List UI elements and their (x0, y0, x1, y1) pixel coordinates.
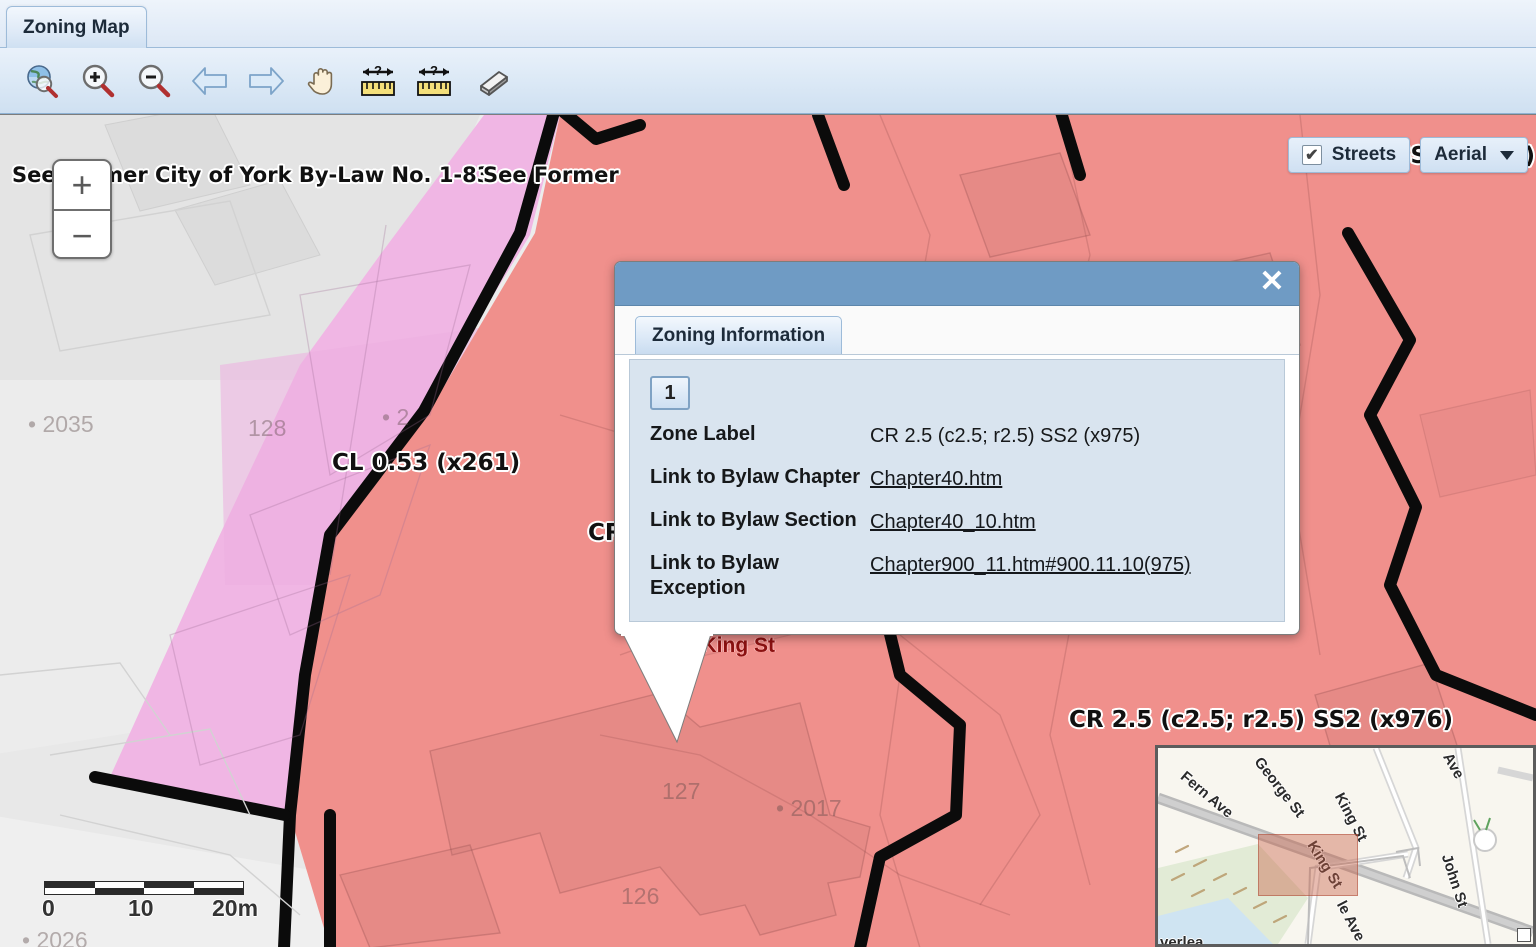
clear-measurements-button[interactable] (462, 55, 518, 107)
zoom-full-extent-icon (27, 64, 58, 98)
zoning-attribute-key: Link to Bylaw Chapter (650, 466, 861, 488)
previous-extent-arrow-icon (192, 66, 227, 95)
zoom-in-icon (82, 64, 115, 97)
zoning-information-popup: ✕ Zoning Information 1 Zone Label CR 2.5 … (614, 261, 1300, 743)
bylaw-link[interactable]: Chapter900_11.htm#900.11.10(975) (870, 554, 1191, 576)
measure-area-icon: ? (417, 63, 451, 96)
zoning-attribute-row: Link to Bylaw Section Chapter40_10.htm (630, 497, 1284, 540)
pan-hand-icon (307, 67, 333, 95)
next-extent-arrow-icon (249, 66, 284, 95)
measure-distance-icon: ? (361, 63, 395, 96)
map-canvas[interactable]: + − ✔ Streets Aerial See Former City of … (0, 114, 1536, 947)
zoning-attribute-key: Link to Bylaw Section (650, 509, 857, 531)
measure-distance-button[interactable]: ? (350, 55, 406, 107)
popup-tab-row: Zoning Information (615, 306, 1299, 355)
basemap-layer-controls: ✔ Streets Aerial (1287, 137, 1528, 173)
popup-titlebar: ✕ (615, 262, 1299, 306)
popup-content-panel: 1 Zone Label CR 2.5 (c2.5; r2.5) SS2 (x97… (629, 359, 1285, 622)
map-zoom-widget: + − (52, 159, 112, 259)
overview-extent-rectangle[interactable] (1258, 834, 1358, 896)
svg-text:?: ? (374, 63, 382, 78)
aerial-basemap-dropdown[interactable]: Aerial (1420, 137, 1528, 173)
tab-zoning-information[interactable]: Zoning Information (635, 316, 843, 354)
tab-zoning-map-label: Zoning Map (23, 16, 130, 38)
map-zoom-out-label: − (71, 215, 93, 256)
chevron-down-icon (1500, 150, 1514, 160)
address-marker-dot[interactable] (663, 649, 685, 671)
zoning-attribute-list: Zone Label CR 2.5 (c2.5; r2.5) SS2 (x975)… (630, 410, 1284, 603)
svg-text:?: ? (430, 63, 438, 78)
window-tabstrip: Zoning Map (0, 0, 1536, 48)
zoom-out-icon (138, 64, 171, 97)
streets-checkbox[interactable]: ✔ (1301, 145, 1322, 165)
tab-zoning-map[interactable]: Zoning Map (6, 6, 147, 48)
streets-layer-toggle[interactable]: ✔ Streets (1287, 137, 1411, 173)
map-zoom-in-label: + (71, 164, 93, 205)
aerial-basemap-label: Aerial (1434, 144, 1487, 165)
zoning-attribute-key: Zone Label (650, 423, 756, 445)
map-zoom-out-button[interactable]: − (54, 211, 110, 257)
zoom-out-button[interactable] (126, 55, 182, 107)
zoom-full-extent-button[interactable] (14, 55, 70, 107)
bylaw-link[interactable]: Chapter40_10.htm (870, 511, 1036, 533)
bylaw-link[interactable]: Chapter40.htm (870, 468, 1002, 490)
overview-resize-handle[interactable] (1517, 928, 1531, 942)
measure-area-button[interactable]: ? (406, 55, 462, 107)
result-index-button[interactable]: 1 (650, 376, 690, 410)
eraser-icon (480, 70, 508, 96)
tab-zoning-information-label: Zoning Information (652, 324, 826, 346)
zoning-attribute-value: CR 2.5 (c2.5; r2.5) SS2 (x975) (870, 425, 1141, 447)
close-icon: ✕ (1259, 265, 1285, 298)
zoning-attribute-row: Link to Bylaw Chapter Chapter40.htm (630, 454, 1284, 497)
next-extent-button[interactable] (238, 55, 294, 107)
checkmark-icon: ✔ (1305, 147, 1319, 164)
previous-extent-button[interactable] (182, 55, 238, 107)
zoom-in-button[interactable] (70, 55, 126, 107)
zoning-attribute-row: Zone Label CR 2.5 (c2.5; r2.5) SS2 (x975) (630, 410, 1284, 454)
zoning-map-application: Zoning Map ? ? + − ✔ Streets Aerial See … (0, 0, 1536, 947)
map-toolbar: ? ? (0, 48, 1536, 114)
zoning-attribute-row: Link to Bylaw Exception Chapter900_11.htm… (630, 540, 1284, 603)
map-zoom-in-button[interactable]: + (54, 161, 110, 211)
pan-button[interactable] (294, 55, 350, 107)
popup-close-button[interactable]: ✕ (1255, 265, 1289, 299)
overview-street-label: verlea (1160, 934, 1204, 947)
zoning-attribute-key: Link to Bylaw Exception (650, 552, 779, 599)
zoning-attribute-value[interactable]: Chapter40_10.htm (870, 506, 1036, 538)
result-index-label: 1 (664, 381, 676, 404)
overview-map[interactable]: Fern Ave George St King St King St John St Av… (1155, 745, 1536, 947)
address-marker-label: 1 King St (684, 634, 776, 657)
zoning-attribute-value[interactable]: Chapter40.htm (870, 463, 1002, 495)
streets-layer-label: Streets (1331, 144, 1397, 165)
zoning-attribute-value[interactable]: Chapter900_11.htm#900.11.10(975) (870, 549, 1191, 581)
